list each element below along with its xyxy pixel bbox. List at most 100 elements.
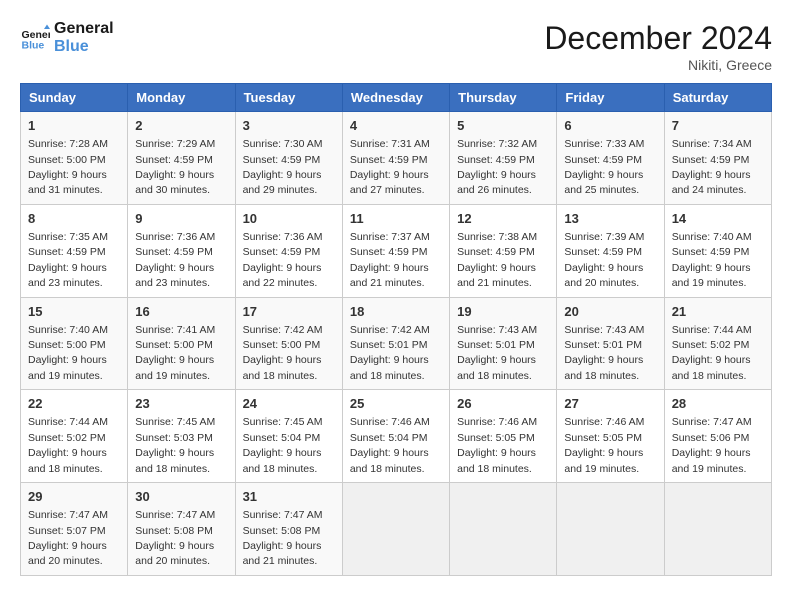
calendar-cell: 17 Sunrise: 7:42 AM Sunset: 5:00 PM Dayli…	[235, 297, 342, 390]
calendar-cell: 26 Sunrise: 7:46 AM Sunset: 5:05 PM Dayli…	[450, 390, 557, 483]
day-info: Sunrise: 7:46 AM Sunset: 5:05 PM Dayligh…	[457, 416, 537, 474]
day-info: Sunrise: 7:47 AM Sunset: 5:07 PM Dayligh…	[28, 509, 108, 567]
day-info: Sunrise: 7:46 AM Sunset: 5:05 PM Dayligh…	[564, 416, 644, 474]
day-number: 28	[672, 395, 764, 413]
day-number: 5	[457, 117, 549, 135]
svg-text:Blue: Blue	[22, 39, 45, 51]
day-info: Sunrise: 7:45 AM Sunset: 5:03 PM Dayligh…	[135, 416, 215, 474]
day-info: Sunrise: 7:37 AM Sunset: 4:59 PM Dayligh…	[350, 231, 430, 289]
day-info: Sunrise: 7:47 AM Sunset: 5:08 PM Dayligh…	[243, 509, 323, 567]
day-info: Sunrise: 7:43 AM Sunset: 5:01 PM Dayligh…	[457, 324, 537, 382]
day-number: 23	[135, 395, 227, 413]
calendar-cell: 22Sunrise: 7:44 AM Sunset: 5:02 PM Dayli…	[21, 390, 128, 483]
day-info: Sunrise: 7:36 AM Sunset: 4:59 PM Dayligh…	[243, 231, 323, 289]
calendar-cell: 5 Sunrise: 7:32 AM Sunset: 4:59 PM Daylig…	[450, 112, 557, 205]
calendar-cell: 30Sunrise: 7:47 AM Sunset: 5:08 PM Dayli…	[128, 483, 235, 576]
day-number: 1	[28, 117, 120, 135]
day-number: 30	[135, 488, 227, 506]
calendar-cell: 11 Sunrise: 7:37 AM Sunset: 4:59 PM Dayli…	[342, 204, 449, 297]
day-info: Sunrise: 7:39 AM Sunset: 4:59 PM Dayligh…	[564, 231, 644, 289]
col-header-wednesday: Wednesday	[342, 84, 449, 112]
day-info: Sunrise: 7:34 AM Sunset: 4:59 PM Dayligh…	[672, 138, 752, 196]
day-info: Sunrise: 7:40 AM Sunset: 4:59 PM Dayligh…	[672, 231, 752, 289]
calendar-cell: 14 Sunrise: 7:40 AM Sunset: 4:59 PM Dayli…	[664, 204, 771, 297]
col-header-thursday: Thursday	[450, 84, 557, 112]
day-info: Sunrise: 7:36 AM Sunset: 4:59 PM Dayligh…	[135, 231, 215, 289]
calendar-cell: 31 Sunrise: 7:47 AM Sunset: 5:08 PM Dayli…	[235, 483, 342, 576]
day-info: Sunrise: 7:32 AM Sunset: 4:59 PM Dayligh…	[457, 138, 537, 196]
calendar-cell: 23 Sunrise: 7:45 AM Sunset: 5:03 PM Dayli…	[128, 390, 235, 483]
day-info: Sunrise: 7:28 AM Sunset: 5:00 PM Dayligh…	[28, 138, 108, 196]
day-info: Sunrise: 7:40 AM Sunset: 5:00 PM Dayligh…	[28, 324, 108, 382]
calendar-cell	[342, 483, 449, 576]
day-number: 27	[564, 395, 656, 413]
page-header: General Blue General Blue December 2024 …	[20, 20, 772, 73]
month-title: December 2024	[544, 20, 772, 57]
day-info: Sunrise: 7:43 AM Sunset: 5:01 PM Dayligh…	[564, 324, 644, 382]
col-header-sunday: Sunday	[21, 84, 128, 112]
day-number: 4	[350, 117, 442, 135]
day-number: 13	[564, 210, 656, 228]
calendar-table: SundayMondayTuesdayWednesdayThursdayFrid…	[20, 83, 772, 576]
day-number: 20	[564, 303, 656, 321]
logo-icon: General Blue	[20, 23, 50, 53]
calendar-cell: 24 Sunrise: 7:45 AM Sunset: 5:04 PM Dayli…	[235, 390, 342, 483]
day-number: 9	[135, 210, 227, 228]
day-number: 19	[457, 303, 549, 321]
calendar-cell: 19 Sunrise: 7:43 AM Sunset: 5:01 PM Dayli…	[450, 297, 557, 390]
day-info: Sunrise: 7:42 AM Sunset: 5:00 PM Dayligh…	[243, 324, 323, 382]
day-info: Sunrise: 7:31 AM Sunset: 4:59 PM Dayligh…	[350, 138, 430, 196]
day-info: Sunrise: 7:44 AM Sunset: 5:02 PM Dayligh…	[672, 324, 752, 382]
day-number: 8	[28, 210, 120, 228]
day-info: Sunrise: 7:47 AM Sunset: 5:06 PM Dayligh…	[672, 416, 752, 474]
col-header-friday: Friday	[557, 84, 664, 112]
calendar-cell: 10 Sunrise: 7:36 AM Sunset: 4:59 PM Dayli…	[235, 204, 342, 297]
day-number: 18	[350, 303, 442, 321]
calendar-cell: 2Sunrise: 7:29 AM Sunset: 4:59 PM Daylig…	[128, 112, 235, 205]
calendar-cell: 4 Sunrise: 7:31 AM Sunset: 4:59 PM Daylig…	[342, 112, 449, 205]
day-number: 7	[672, 117, 764, 135]
day-number: 2	[135, 117, 227, 135]
calendar-cell: 13 Sunrise: 7:39 AM Sunset: 4:59 PM Dayli…	[557, 204, 664, 297]
calendar-cell: 7 Sunrise: 7:34 AM Sunset: 4:59 PM Daylig…	[664, 112, 771, 205]
calendar-cell: 1 Sunrise: 7:28 AM Sunset: 5:00 PM Daylig…	[21, 112, 128, 205]
calendar-cell	[450, 483, 557, 576]
col-header-monday: Monday	[128, 84, 235, 112]
calendar-cell: 28 Sunrise: 7:47 AM Sunset: 5:06 PM Dayli…	[664, 390, 771, 483]
day-number: 12	[457, 210, 549, 228]
calendar-cell: 29 Sunrise: 7:47 AM Sunset: 5:07 PM Dayli…	[21, 483, 128, 576]
day-number: 14	[672, 210, 764, 228]
day-info: Sunrise: 7:44 AM Sunset: 5:02 PM Dayligh…	[28, 416, 108, 474]
logo: General Blue General Blue	[20, 20, 114, 55]
calendar-cell: 6Sunrise: 7:33 AM Sunset: 4:59 PM Daylig…	[557, 112, 664, 205]
day-info: Sunrise: 7:45 AM Sunset: 5:04 PM Dayligh…	[243, 416, 323, 474]
calendar-cell: 21Sunrise: 7:44 AM Sunset: 5:02 PM Dayli…	[664, 297, 771, 390]
calendar-cell: 15 Sunrise: 7:40 AM Sunset: 5:00 PM Dayli…	[21, 297, 128, 390]
day-number: 24	[243, 395, 335, 413]
logo-blue: Blue	[54, 38, 114, 56]
calendar-cell: 27 Sunrise: 7:46 AM Sunset: 5:05 PM Dayli…	[557, 390, 664, 483]
day-number: 17	[243, 303, 335, 321]
calendar-cell: 16 Sunrise: 7:41 AM Sunset: 5:00 PM Dayli…	[128, 297, 235, 390]
title-block: December 2024 Nikiti, Greece	[544, 20, 772, 73]
day-info: Sunrise: 7:35 AM Sunset: 4:59 PM Dayligh…	[28, 231, 108, 289]
day-info: Sunrise: 7:38 AM Sunset: 4:59 PM Dayligh…	[457, 231, 537, 289]
day-number: 16	[135, 303, 227, 321]
location: Nikiti, Greece	[544, 57, 772, 73]
day-number: 26	[457, 395, 549, 413]
day-info: Sunrise: 7:41 AM Sunset: 5:00 PM Dayligh…	[135, 324, 215, 382]
calendar-cell: 3Sunrise: 7:30 AM Sunset: 4:59 PM Daylig…	[235, 112, 342, 205]
day-number: 11	[350, 210, 442, 228]
calendar-cell: 8 Sunrise: 7:35 AM Sunset: 4:59 PM Daylig…	[21, 204, 128, 297]
day-number: 15	[28, 303, 120, 321]
day-number: 29	[28, 488, 120, 506]
day-number: 31	[243, 488, 335, 506]
day-number: 3	[243, 117, 335, 135]
calendar-cell: 9 Sunrise: 7:36 AM Sunset: 4:59 PM Daylig…	[128, 204, 235, 297]
calendar-cell: 25 Sunrise: 7:46 AM Sunset: 5:04 PM Dayli…	[342, 390, 449, 483]
day-info: Sunrise: 7:46 AM Sunset: 5:04 PM Dayligh…	[350, 416, 430, 474]
day-number: 25	[350, 395, 442, 413]
day-info: Sunrise: 7:42 AM Sunset: 5:01 PM Dayligh…	[350, 324, 430, 382]
day-number: 6	[564, 117, 656, 135]
day-number: 10	[243, 210, 335, 228]
